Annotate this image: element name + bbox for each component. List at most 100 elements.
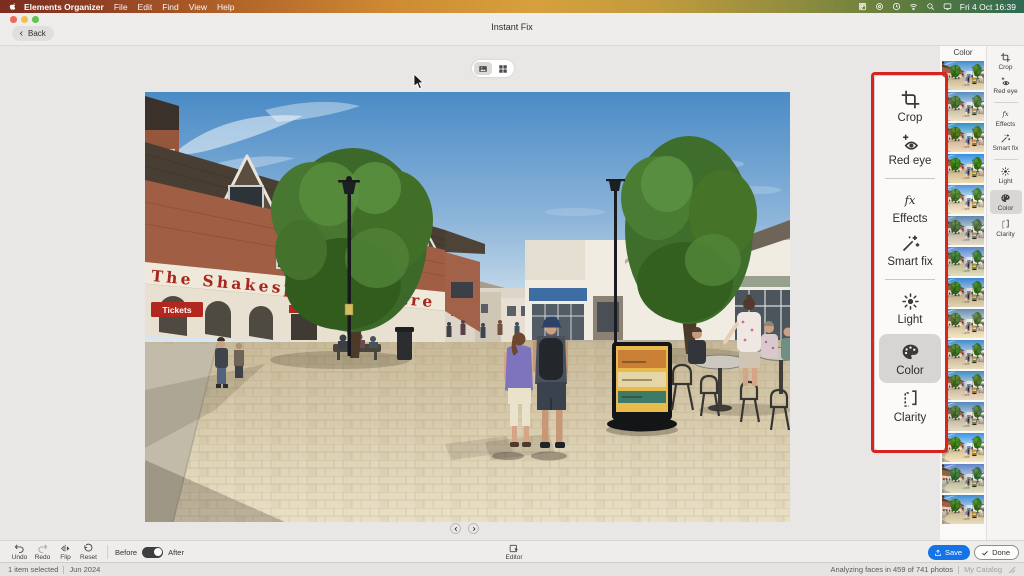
callout-tool-crop[interactable]: Crop <box>879 89 941 124</box>
save-button[interactable]: Save <box>928 545 970 560</box>
menu-find[interactable]: Find <box>162 2 179 12</box>
tool-label: Red eye <box>889 155 932 167</box>
redo-icon <box>37 543 48 554</box>
clarity-icon <box>900 389 921 410</box>
apple-menu[interactable] <box>9 2 18 11</box>
view-toggle <box>472 60 514 77</box>
done-button[interactable]: Done <box>974 545 1019 560</box>
status-bar: 1 item selected Jun 2024 Analyzing faces… <box>0 562 1024 576</box>
undo-icon <box>14 543 25 554</box>
tool-label: Smart fix <box>993 145 1019 152</box>
thumbnail-variant[interactable] <box>942 154 984 183</box>
sidebar-tool-effects[interactable]: fx Effects <box>990 109 1022 128</box>
page-title: Instant Fix <box>0 22 1024 32</box>
thumbnail-variant[interactable] <box>942 371 984 400</box>
callout-tool-smart-fix[interactable]: Smart fix <box>879 233 941 268</box>
thumbnail-variant[interactable] <box>942 402 984 431</box>
reset-button[interactable]: Reset <box>77 543 100 561</box>
callout-tool-color[interactable]: Color <box>879 334 941 383</box>
undo-button[interactable]: Undo <box>8 543 31 561</box>
tool-label: Crop <box>898 112 923 124</box>
callout-tool-effects[interactable]: fx Effects <box>879 190 941 225</box>
chevron-right-icon <box>471 526 477 532</box>
thumbnail-variant[interactable] <box>942 433 984 462</box>
photo-canvas[interactable] <box>145 92 790 522</box>
menu-help[interactable]: Help <box>217 2 234 12</box>
red-eye-icon <box>1000 76 1011 87</box>
menu-edit[interactable]: Edit <box>138 2 153 12</box>
macos-menu-bar: Elements Organizer File Edit Find View H… <box>0 0 1024 13</box>
right-rail: Color Crop <box>940 45 1024 540</box>
redo-button[interactable]: Redo <box>31 543 54 561</box>
thumbnail-variant[interactable] <box>942 278 984 307</box>
thumbnail-variant[interactable] <box>942 185 984 214</box>
tool-label: Effects <box>996 121 1016 128</box>
effects-icon: fx <box>905 190 916 211</box>
before-label: Before <box>115 548 137 557</box>
thumbnail-variant[interactable] <box>942 309 984 338</box>
divider <box>994 159 1018 160</box>
sidebar-tool-red-eye[interactable]: Red eye <box>990 76 1022 95</box>
menu-file[interactable]: File <box>114 2 128 12</box>
app-window: The Food of The Shakespeare Centre <box>0 0 1024 576</box>
sidebar-tool-clarity[interactable]: Clarity <box>990 219 1022 238</box>
single-view-button[interactable] <box>474 62 492 75</box>
tool-label: Red eye <box>993 88 1017 95</box>
spotlight-icon[interactable] <box>926 2 935 11</box>
editor-button[interactable]: Editor <box>506 543 523 561</box>
callout-tool-light[interactable]: Light <box>879 291 941 326</box>
clarity-icon <box>1000 219 1011 230</box>
tool-label: Clarity <box>894 412 927 424</box>
sidebar-tool-light[interactable]: Light <box>990 166 1022 185</box>
wifi-icon[interactable] <box>909 2 918 11</box>
menu-clock[interactable]: Fri 4 Oct 16:39 <box>960 2 1016 12</box>
before-after-toggle[interactable] <box>142 547 163 558</box>
check-icon <box>981 549 989 557</box>
red-eye-icon <box>900 132 921 153</box>
photo-icon <box>478 64 488 74</box>
thumbnail-variant[interactable] <box>942 495 984 524</box>
catalog-name: My Catalog <box>964 565 1002 574</box>
reset-icon <box>83 543 94 554</box>
sidebar-tool-smart-fix[interactable]: Smart fix <box>990 133 1022 152</box>
crop-icon <box>1000 52 1011 63</box>
app-menu-title[interactable]: Elements Organizer <box>24 2 104 12</box>
callout-tool-clarity[interactable]: Clarity <box>879 389 941 424</box>
share-save-icon <box>934 549 942 557</box>
divider <box>958 566 959 574</box>
sidebar-tool-crop[interactable]: Crop <box>990 52 1022 71</box>
clock-icon[interactable] <box>892 2 901 11</box>
grid-view-button[interactable] <box>494 62 512 75</box>
stage-manager-icon[interactable] <box>858 2 867 11</box>
sun-icon <box>900 291 921 312</box>
palette-icon <box>900 342 921 363</box>
tool-label: Clarity <box>996 231 1014 238</box>
sidebar-tool-color[interactable]: Color <box>990 190 1022 214</box>
tool-label: Effects <box>893 213 928 225</box>
editor-icon <box>508 543 519 554</box>
next-photo-button[interactable] <box>468 523 479 534</box>
thumbnail-variant[interactable] <box>942 247 984 276</box>
tool-label: Crop <box>998 64 1012 71</box>
divider <box>885 279 935 280</box>
divider <box>107 545 108 559</box>
thumbnail-variant[interactable] <box>942 123 984 152</box>
thumbnail-variant[interactable] <box>942 216 984 245</box>
thumbnail-variant[interactable] <box>942 340 984 369</box>
screen-record-icon[interactable] <box>875 2 884 11</box>
thumbnail-variant[interactable] <box>942 61 984 90</box>
tool-sidebar: Crop Red eye fx Effects Smart fix Light <box>986 45 1024 540</box>
thumbnail-variant[interactable] <box>942 92 984 121</box>
prev-photo-button[interactable] <box>450 523 461 534</box>
selection-status: 1 item selected <box>8 565 58 574</box>
sun-icon <box>1000 166 1011 177</box>
resize-grip <box>1008 566 1016 574</box>
thumbnail-variant[interactable] <box>942 464 984 493</box>
flip-button[interactable]: Flip <box>54 543 77 561</box>
flip-icon <box>60 543 71 554</box>
tool-panel-callout: Crop Red eye fx Effects Smart fix Light … <box>875 76 945 450</box>
callout-tool-red-eye[interactable]: Red eye <box>879 132 941 167</box>
control-center-icon[interactable] <box>943 2 952 11</box>
palette-icon <box>1000 193 1011 204</box>
menu-view[interactable]: View <box>189 2 207 12</box>
